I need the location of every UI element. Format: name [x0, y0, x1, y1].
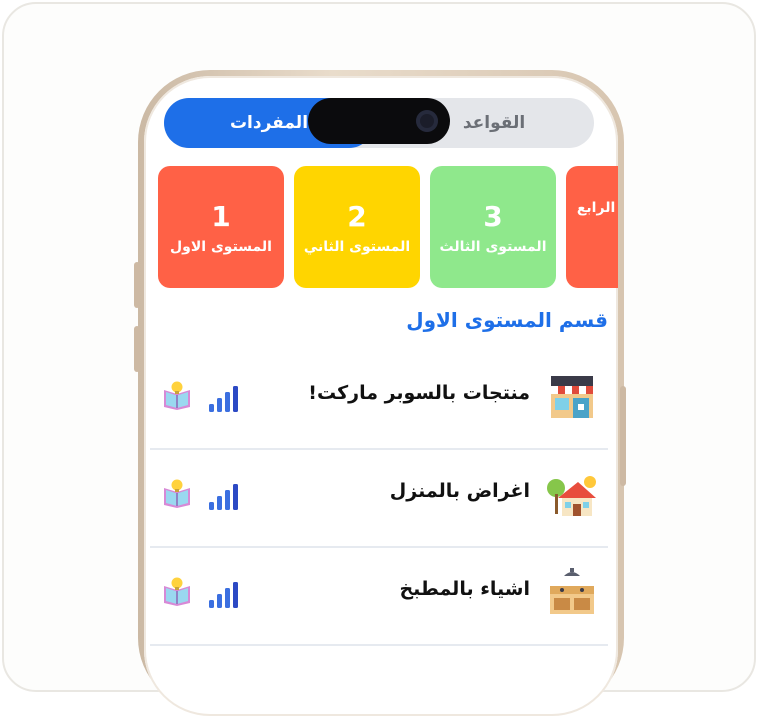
- list-item[interactable]: اشياء بالمطبخ: [150, 546, 608, 646]
- phone-side-button-left-2: [134, 326, 140, 372]
- list-item-label: اغراض بالمنزل: [389, 480, 530, 502]
- supermarket-icon: [551, 376, 593, 418]
- camera-icon: [416, 110, 438, 132]
- level-name: المستوى الرابع: [576, 200, 618, 216]
- house-icon: [547, 476, 596, 516]
- level-card-3[interactable]: 3 المستوى الثالث: [430, 166, 556, 288]
- level-number: 1: [211, 200, 231, 233]
- phone-side-button-right: [620, 386, 626, 486]
- signal-bars-icon: [209, 386, 238, 412]
- book-lightbulb-icon[interactable]: [162, 576, 192, 606]
- book-lightbulb-icon[interactable]: [162, 380, 192, 410]
- level-card-1[interactable]: 1 المستوى الاول: [158, 166, 284, 288]
- signal-bars-icon: [209, 582, 238, 608]
- level-name: المستوى الاول: [170, 239, 272, 255]
- phone-side-button-left: [134, 262, 140, 308]
- level-cards: 1 المستوى الاول 2 المستوى الثاني 3 المست…: [144, 166, 618, 290]
- level-name: المستوى الثاني: [303, 239, 411, 255]
- list-item[interactable]: اغراض بالمنزل: [150, 448, 608, 548]
- level-number: 2: [347, 200, 367, 233]
- signal-bars-icon: [209, 484, 238, 510]
- book-lightbulb-icon[interactable]: [162, 478, 192, 508]
- kitchen-icon: [550, 568, 594, 614]
- level-card-4[interactable]: المستوى الرابع: [566, 166, 618, 288]
- app-screen: المفردات القواعد 1 المستوى الاول 2 المست…: [144, 76, 618, 716]
- level-number: 3: [483, 200, 503, 233]
- level-name: المستوى الثالث: [439, 239, 547, 255]
- level-card-2[interactable]: 2 المستوى الثاني: [294, 166, 420, 288]
- list-item[interactable]: منتجات بالسوبر ماركت!: [150, 350, 608, 450]
- list-item-label: اشياء بالمطبخ: [399, 578, 530, 600]
- section-title: قسم المستوى الاول: [406, 308, 608, 332]
- list-item-label: منتجات بالسوبر ماركت!: [308, 382, 530, 404]
- dynamic-island: [308, 98, 450, 144]
